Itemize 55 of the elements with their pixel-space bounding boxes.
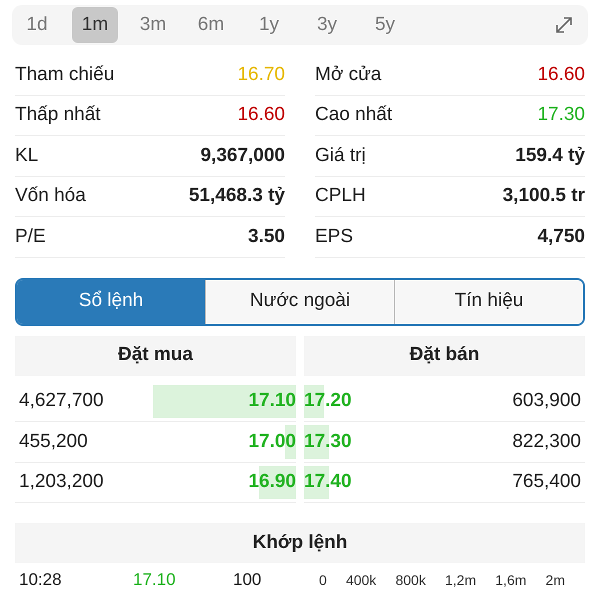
axis-tick: 1,2m bbox=[444, 570, 476, 590]
ask-volume: 822,300 bbox=[512, 430, 582, 454]
stat-label: CPLH bbox=[315, 184, 366, 208]
axis-tick: 2m bbox=[546, 570, 565, 590]
ask-volume: 603,900 bbox=[512, 389, 582, 413]
bid-volume: 455,200 bbox=[18, 430, 88, 454]
expand-icon[interactable] bbox=[554, 15, 574, 35]
stat-value: 51,468.3 tỷ bbox=[188, 184, 285, 208]
period-tab[interactable]: 1d bbox=[14, 7, 60, 43]
stat-label: Thấp nhất bbox=[15, 103, 101, 127]
section-header: Khớp lệnh bbox=[15, 523, 585, 563]
stat-value: 16.60 bbox=[537, 62, 585, 86]
period-tab[interactable]: 3y bbox=[304, 7, 350, 43]
column-header: Đặt mua bbox=[15, 336, 296, 376]
trade-price: 17.10 bbox=[133, 569, 177, 592]
stat-label: Giá trị bbox=[315, 144, 366, 168]
ask-price: 17.30 bbox=[304, 430, 352, 454]
axis-tick: 1,6m bbox=[495, 570, 526, 590]
stat-label: Mở cửa bbox=[315, 62, 382, 86]
period-tab[interactable]: 3m bbox=[130, 7, 176, 43]
stat-label: P/E bbox=[15, 224, 46, 248]
stat-value: 16.70 bbox=[237, 62, 285, 86]
bid-price: 16.90 bbox=[248, 470, 296, 494]
stat-value: 16.60 bbox=[237, 103, 285, 127]
axis-tick: 0 bbox=[319, 570, 327, 590]
bid-price: 17.10 bbox=[248, 389, 296, 413]
ask-volume: 765,400 bbox=[512, 470, 582, 494]
ask-price: 17.40 bbox=[304, 470, 352, 494]
bid-volume: 1,203,200 bbox=[18, 470, 104, 494]
bid-volume: 4,627,700 bbox=[18, 389, 104, 413]
stat-value: 3,100.5 tr bbox=[502, 184, 585, 208]
bid-price: 17.00 bbox=[248, 430, 296, 454]
stat-label: Tham chiếu bbox=[15, 62, 114, 86]
tab[interactable]: Sổ lệnh bbox=[17, 280, 205, 324]
stat-label: Vốn hóa bbox=[15, 184, 86, 208]
trade-volume: 100 bbox=[233, 569, 262, 592]
trade-time: 10:28 bbox=[18, 569, 63, 592]
axis-tick: 400k bbox=[346, 570, 376, 590]
stat-label: KL bbox=[15, 144, 38, 168]
axis-tick: 800k bbox=[395, 570, 426, 590]
stat-value: 9,367,000 bbox=[200, 144, 285, 168]
stat-value: 17.30 bbox=[537, 103, 585, 127]
tab[interactable]: Nước ngoài bbox=[205, 280, 394, 324]
stat-value: 4,750 bbox=[537, 224, 585, 248]
period-tab[interactable]: 6m bbox=[188, 7, 234, 43]
period-tab[interactable]: 1m bbox=[72, 7, 118, 43]
stat-value: 159.4 tỷ bbox=[515, 144, 585, 168]
stat-label: EPS bbox=[315, 224, 354, 248]
period-tab[interactable]: 1y bbox=[246, 7, 292, 43]
period-tab[interactable]: 5y bbox=[362, 7, 408, 43]
ask-price: 17.20 bbox=[304, 389, 352, 413]
stat-value: 3.50 bbox=[248, 224, 285, 248]
column-header: Đặt bán bbox=[304, 336, 585, 376]
tab[interactable]: Tín hiệu bbox=[394, 280, 583, 324]
stat-label: Cao nhất bbox=[315, 103, 392, 127]
